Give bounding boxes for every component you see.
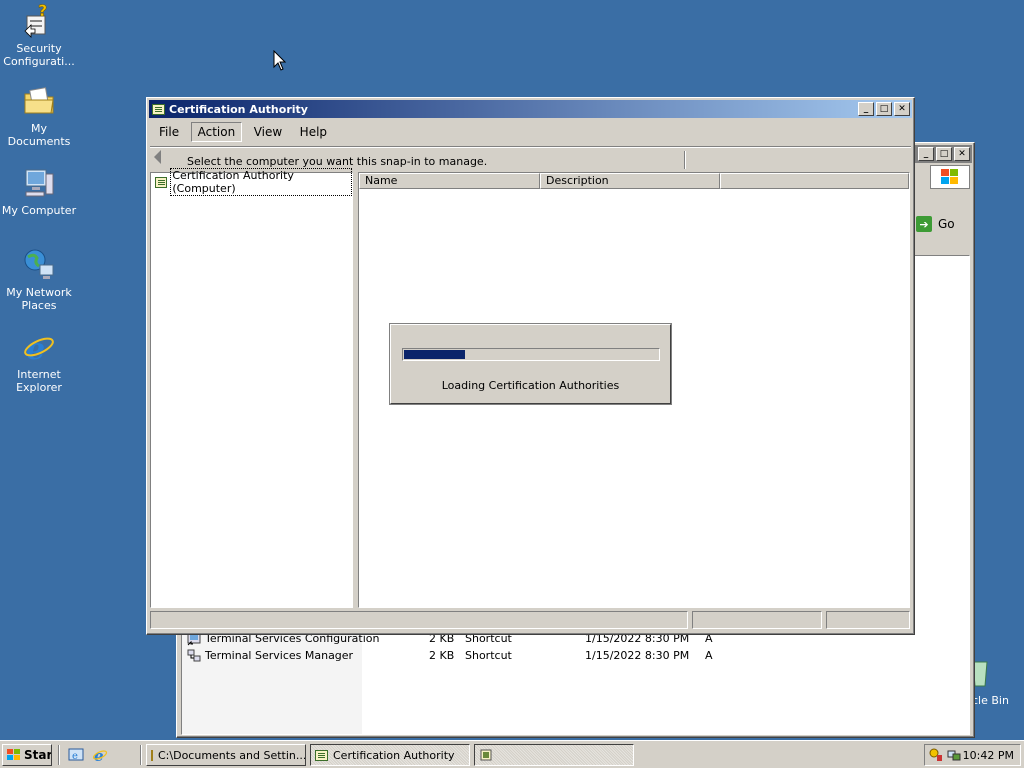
desktop-icon-internet-explorer[interactable]: e Internet Explorer bbox=[0, 330, 78, 394]
system-tray: 10:42 PM bbox=[924, 744, 1021, 766]
go-label: Go bbox=[938, 217, 955, 231]
desktop-icon-label: My Computer bbox=[1, 204, 77, 217]
tree-pane: Certification Authority (Computer) bbox=[150, 168, 353, 608]
svg-text:e: e bbox=[26, 332, 45, 364]
windows-logo-icon bbox=[930, 165, 970, 189]
windows-logo-icon bbox=[7, 749, 21, 761]
config-icon bbox=[479, 748, 493, 762]
security-config-icon: ? bbox=[22, 1, 56, 38]
start-button[interactable]: Start bbox=[2, 744, 52, 766]
status-bar bbox=[150, 611, 911, 629]
status-pane bbox=[826, 611, 910, 629]
internet-explorer-icon[interactable]: e bbox=[92, 747, 108, 765]
file-size: 2 KB bbox=[429, 649, 455, 662]
task-label: C:\Documents and Settin... bbox=[158, 748, 306, 762]
clock[interactable]: 10:42 PM bbox=[963, 749, 1014, 762]
table-row[interactable]: Terminal Services Manager 2 KB Shortcut … bbox=[185, 649, 745, 665]
tree-item-ca[interactable]: Certification Authority (Computer) bbox=[155, 168, 352, 196]
certificate-icon bbox=[315, 749, 328, 761]
tree-item-label: Certification Authority (Computer) bbox=[170, 168, 352, 196]
network-places-icon bbox=[22, 248, 56, 282]
certificate-icon bbox=[155, 176, 168, 188]
minimize-button[interactable]: _ bbox=[918, 147, 934, 161]
menu-help[interactable]: Help bbox=[294, 123, 333, 141]
status-pane bbox=[692, 611, 822, 629]
svg-text:e: e bbox=[94, 747, 104, 763]
network-tray-icon[interactable] bbox=[947, 748, 961, 762]
close-button[interactable]: ✕ bbox=[894, 102, 910, 116]
file-attr: A bbox=[705, 649, 713, 662]
task-label: Certification Authority bbox=[333, 748, 455, 762]
internet-explorer-icon: e bbox=[22, 330, 56, 367]
desktop-icon-label: Security Configurati... bbox=[3, 42, 75, 68]
go-arrow-icon: ➔ bbox=[916, 216, 932, 232]
progress-bar bbox=[402, 348, 660, 361]
desktop-icon-security-config[interactable]: ? Security Configurati... bbox=[0, 1, 78, 68]
column-header-name[interactable]: Name bbox=[359, 173, 540, 189]
svg-text:e: e bbox=[72, 751, 78, 762]
start-label: Start bbox=[24, 748, 52, 762]
svg-text:?: ? bbox=[38, 4, 47, 20]
taskbar-separator bbox=[140, 745, 141, 765]
taskbar-separator bbox=[58, 745, 59, 765]
desktop-icon-my-documents[interactable]: My Documents bbox=[0, 84, 78, 148]
column-header-empty bbox=[720, 173, 909, 189]
file-type: Shortcut bbox=[465, 649, 512, 662]
file-modified: 1/15/2022 8:30 PM bbox=[585, 649, 690, 662]
desktop-icon-label: My Documents bbox=[7, 122, 71, 148]
task-certification-authority[interactable]: Certification Authority bbox=[310, 744, 470, 766]
loading-dialog: Loading Certification Authorities bbox=[390, 324, 671, 404]
toolbar-separator bbox=[684, 151, 685, 169]
loading-message: Loading Certification Authorities bbox=[441, 379, 620, 392]
folder-icon bbox=[151, 749, 153, 761]
task-unnamed[interactable] bbox=[474, 744, 634, 766]
shortcut-icon bbox=[187, 649, 201, 663]
menu-view[interactable]: View bbox=[248, 123, 288, 141]
close-button[interactable]: ✕ bbox=[954, 147, 970, 161]
maximize-button[interactable]: □ bbox=[936, 147, 952, 161]
status-pane bbox=[150, 611, 688, 629]
progress-fill bbox=[404, 350, 465, 359]
toolbar-hint: Select the computer you want this snap-i… bbox=[187, 155, 488, 168]
desktop-icon-my-computer[interactable]: My Computer bbox=[0, 166, 78, 217]
my-computer-icon bbox=[22, 166, 56, 200]
security-tray-icon[interactable] bbox=[929, 748, 943, 762]
minimize-button[interactable]: _ bbox=[858, 102, 874, 116]
menu-bar: File Action View Help bbox=[153, 122, 335, 142]
show-desktop-icon[interactable]: e bbox=[68, 747, 84, 763]
column-header-description[interactable]: Description bbox=[540, 173, 720, 189]
file-name: Terminal Services Manager bbox=[205, 649, 354, 662]
desktop-icon-label: My Network Places bbox=[6, 286, 72, 312]
back-arrow-icon[interactable] bbox=[154, 150, 161, 164]
menu-file[interactable]: File bbox=[153, 123, 185, 141]
desktop-icon-label: Internet Explorer bbox=[16, 368, 62, 394]
taskbar: Start e e C:\Documents and Settin... Cer… bbox=[0, 740, 1024, 768]
task-explorer[interactable]: C:\Documents and Settin... bbox=[146, 744, 306, 766]
go-button[interactable]: ➔ Go bbox=[916, 213, 970, 235]
ca-titlebar[interactable]: Certification Authority _ □ ✕ bbox=[149, 100, 912, 118]
menu-action[interactable]: Action bbox=[190, 122, 243, 142]
my-documents-icon bbox=[22, 84, 56, 118]
mouse-cursor-icon bbox=[273, 50, 287, 71]
recycle-bin-icon bbox=[970, 656, 1004, 690]
desktop-icon-network-places[interactable]: My Network Places bbox=[0, 248, 78, 312]
certificate-icon bbox=[152, 103, 165, 115]
maximize-button[interactable]: □ bbox=[876, 102, 892, 116]
ca-window-title: Certification Authority bbox=[169, 102, 308, 116]
